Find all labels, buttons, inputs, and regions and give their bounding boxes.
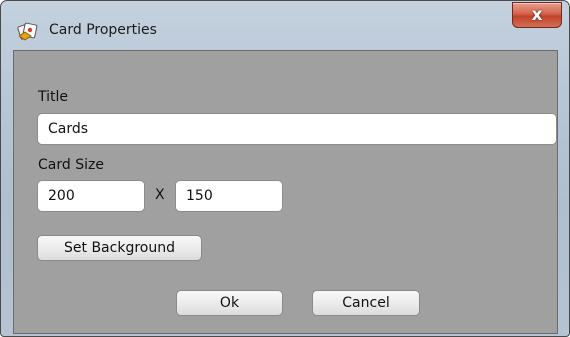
window-title: Card Properties [49,22,157,38]
title-bar[interactable]: Card Properties x [1,1,569,49]
close-icon: x [531,5,543,25]
card-properties-app-icon [17,19,39,41]
card-width-input[interactable] [37,180,145,212]
title-label: Title [38,89,69,105]
size-separator: X [155,187,165,203]
title-input[interactable] [37,113,557,145]
ok-button[interactable]: Ok [176,290,283,316]
set-background-button[interactable]: Set Background [37,235,202,261]
dialog-content: Title Card Size X Set Background Ok Canc… [13,50,558,334]
card-size-label: Card Size [38,157,104,173]
cancel-button[interactable]: Cancel [312,290,420,316]
card-properties-dialog: Card Properties x Title Card Size X Set … [0,0,570,337]
card-height-input[interactable] [175,180,283,212]
close-button[interactable]: x [512,2,562,28]
